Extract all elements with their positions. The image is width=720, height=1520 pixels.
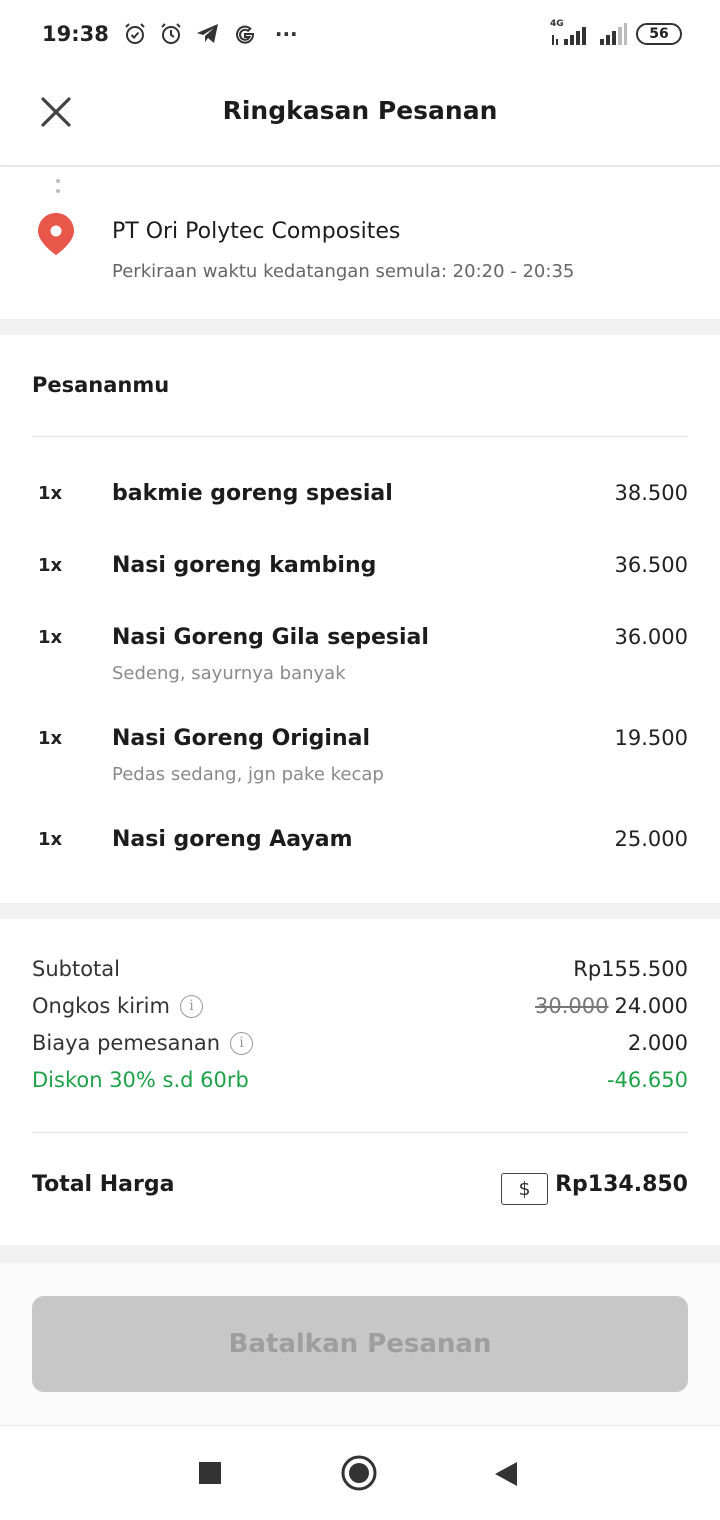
battery-indicator: 56 <box>636 23 682 45</box>
app-bar: Ringkasan Pesanan <box>0 68 720 166</box>
telegram-icon <box>196 24 218 43</box>
status-system-icons: 4G 56 <box>550 19 682 47</box>
item-name: bakmie goreng spesial <box>112 481 393 506</box>
google-icon <box>235 25 254 44</box>
status-notification-icons: ··· <box>123 22 298 46</box>
total-label: Total Harga <box>32 1172 175 1197</box>
home-button[interactable] <box>341 1455 377 1495</box>
alarm-clock-icon <box>161 23 181 44</box>
location-pin-icon <box>36 211 76 261</box>
divider <box>32 1132 688 1133</box>
subtotal-value: Rp155.500 <box>573 957 688 981</box>
info-icon[interactable]: i <box>230 1031 254 1055</box>
item-name: Nasi Goreng Original <box>112 726 370 751</box>
back-triangle-icon <box>495 1462 517 1486</box>
subtotal-row: Subtotal Rp155.500 <box>32 957 688 991</box>
item-price: 36.500 <box>614 553 688 577</box>
order-section: Pesananmu 1x bakmie goreng spesial 38.50… <box>0 335 720 903</box>
order-fee-row: Biaya pemesanan i 2.000 <box>32 1031 688 1065</box>
subtotal-label: Subtotal <box>32 957 120 981</box>
status-bar: 19:38 ··· 4G 56 <box>0 0 720 68</box>
order-fee-value: 2.000 <box>627 1031 688 1055</box>
square-icon <box>199 1462 221 1484</box>
more-notifications-indicator: ··· <box>274 22 298 46</box>
item-note: Sedeng, sayurnya banyak <box>112 663 346 684</box>
item-quantity: 1x <box>38 483 63 504</box>
destination-section: PT Ori Polytec Composites Perkiraan wakt… <box>0 167 720 319</box>
alarm-check-icon <box>125 23 145 44</box>
status-time: 19:38 <box>42 22 109 46</box>
item-note: Pedas sedang, jgn pake kecap <box>112 764 384 785</box>
delivery-fee-value: 24.000 <box>614 994 688 1018</box>
item-name: Nasi goreng Aayam <box>112 827 353 852</box>
system-nav-bar <box>0 1425 720 1520</box>
item-price: 25.000 <box>614 827 688 851</box>
cash-payment-icon: $ <box>501 1173 548 1205</box>
destination-eta: Perkiraan waktu kedatangan semula: 20:20… <box>112 261 575 282</box>
info-icon[interactable]: i <box>179 994 203 1018</box>
item-quantity: 1x <box>38 728 63 749</box>
cancel-order-button[interactable]: Batalkan Pesanan <box>32 1296 688 1392</box>
discount-row: Diskon 30% s.d 60rb -46.650 <box>32 1068 688 1102</box>
payment-summary-section: Subtotal Rp155.500 Ongkos kirim i 30.000… <box>0 919 720 1245</box>
signal-strength-icon <box>600 23 627 45</box>
order-fee-label-group: Biaya pemesanan i <box>32 1031 254 1055</box>
item-price: 19.500 <box>614 726 688 750</box>
delivery-fee-label: Ongkos kirim <box>32 994 170 1018</box>
home-circle-icon <box>341 1455 377 1491</box>
order-heading: Pesananmu <box>32 373 170 397</box>
recents-button[interactable] <box>198 1461 222 1489</box>
item-price: 38.500 <box>614 481 688 505</box>
delivery-fee-row: Ongkos kirim i 30.000 24.000 <box>32 994 688 1028</box>
discount-value: -46.650 <box>606 1068 688 1092</box>
page-title: Ringkasan Pesanan <box>222 96 498 125</box>
route-dots <box>56 179 60 199</box>
destination-name: PT Ori Polytec Composites <box>112 219 401 244</box>
item-name: Nasi goreng kambing <box>112 553 377 578</box>
delivery-fee-label-group: Ongkos kirim i <box>32 994 203 1018</box>
back-button[interactable] <box>493 1460 519 1492</box>
item-name: Nasi Goreng Gila sepesial <box>112 625 429 650</box>
signal-4g-icon: 4G <box>550 19 590 47</box>
item-price: 36.000 <box>614 625 688 649</box>
discount-label: Diskon 30% s.d 60rb <box>32 1068 249 1092</box>
item-quantity: 1x <box>38 829 63 850</box>
delivery-fee-original: 30.000 <box>535 994 609 1018</box>
order-fee-label: Biaya pemesanan <box>32 1031 221 1055</box>
divider <box>32 436 688 437</box>
item-quantity: 1x <box>38 627 63 648</box>
action-section: Batalkan Pesanan <box>0 1263 720 1425</box>
delivery-fee-value-group: 30.000 24.000 <box>535 994 688 1018</box>
item-quantity: 1x <box>38 555 63 576</box>
total-value: Rp134.850 <box>555 1172 688 1197</box>
